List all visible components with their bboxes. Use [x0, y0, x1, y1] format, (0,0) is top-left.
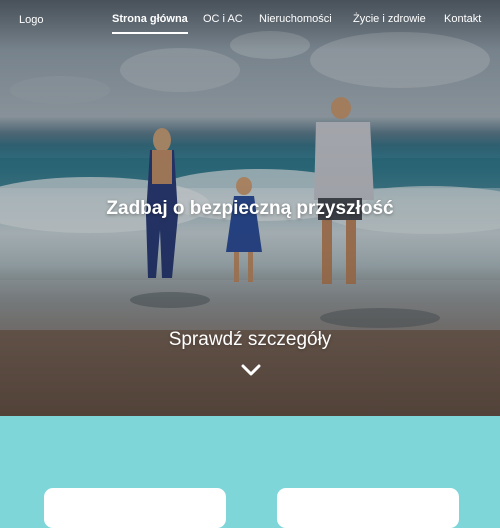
- details-link[interactable]: Sprawdź szczegóły: [150, 329, 350, 351]
- nav-item-contact[interactable]: Kontakt: [444, 13, 481, 25]
- nav-item-life-health[interactable]: Życie i zdrowie: [353, 13, 426, 25]
- nav-item-real-estate[interactable]: Nieruchomości: [259, 13, 332, 25]
- nav-item-home[interactable]: Strona główna: [112, 13, 188, 34]
- main-menu: Strona główna OC i AC Nieruchomości Życi…: [0, 13, 500, 37]
- offer-card[interactable]: [44, 488, 226, 528]
- offer-card[interactable]: [277, 488, 459, 528]
- nav-item-oc-ac[interactable]: OC i AC: [203, 13, 243, 25]
- chevron-down-icon[interactable]: [241, 363, 261, 377]
- hero-title: Zadbaj o bezpieczną przyszłość: [106, 198, 394, 219]
- offer-section: [0, 416, 500, 528]
- top-navigation: Logo Strona główna OC i AC Nieruchomości…: [0, 0, 500, 40]
